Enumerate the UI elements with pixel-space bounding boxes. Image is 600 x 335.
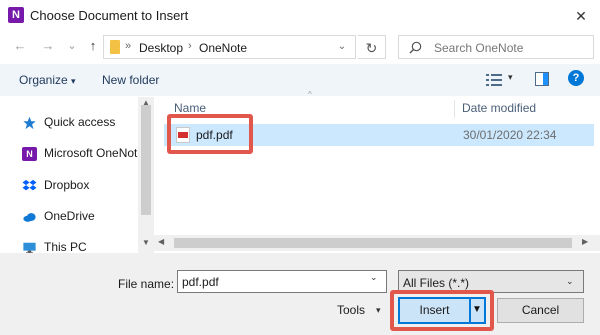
file-list-pane: Name Date modified [154,97,600,253]
scroll-left-icon[interactable]: ◀ [158,237,164,246]
navigation-pane: Quick access N Microsoft OneNot Dropbox … [0,97,152,253]
chevron-down-icon: ⌄ [566,276,574,286]
organize-button[interactable]: Organize ▾ [19,73,76,87]
file-list-horizontal-scrollbar[interactable]: ◀ ▶ [154,235,600,251]
star-icon [23,116,36,130]
file-name-label: File name: [118,277,175,291]
cloud-icon [23,213,36,222]
up-folder-button[interactable]: ↑ [86,39,100,53]
window-title: Choose Document to Insert [30,8,189,23]
view-details-icon[interactable] [486,74,502,86]
file-date-modified: 30/01/2020 22:34 [463,128,557,142]
tools-button[interactable]: Tools [337,303,365,317]
forward-button[interactable]: → [41,39,55,53]
sidebar-item-label: Quick access [44,115,116,129]
computer-icon [23,242,36,253]
sidebar-item-label: This PC [44,240,87,253]
insert-button[interactable]: Insert [398,297,471,324]
column-divider[interactable] [454,100,455,118]
onenote-icon: N [22,147,37,161]
address-bar[interactable]: » Desktop › OneNote [103,35,356,59]
caret-down-icon: ▼ [472,304,482,315]
back-button[interactable]: ← [13,39,27,53]
scrollbar-thumb[interactable] [141,105,151,215]
breadcrumb-arrow-icon[interactable]: › [188,40,192,52]
column-header-name[interactable]: Name [174,101,206,115]
tools-caret-icon[interactable]: ▾ [376,305,381,316]
search-icon [409,41,422,54]
help-icon[interactable]: ? [568,70,584,86]
preview-pane-icon[interactable] [535,72,549,86]
organize-caret-icon: ▾ [71,76,76,86]
navigation-pane-scrollbar[interactable]: ▲ ▼ [138,97,154,253]
pdf-icon [176,127,190,143]
insert-options-button[interactable]: ▼ [470,297,486,324]
close-button[interactable]: ✕ [568,4,594,28]
organize-label: Organize [19,73,68,87]
scroll-down-icon[interactable]: ▼ [142,238,150,247]
folder-icon [110,40,120,54]
file-name-dropdown-icon[interactable]: ⌄ [370,272,378,283]
breadcrumb-onenote[interactable]: OneNote [199,41,247,55]
dropbox-icon [22,179,37,191]
search-placeholder: Search OneNote [434,41,524,55]
file-type-value: All Files (*.*) [403,276,470,290]
column-header-date-modified[interactable]: Date modified [462,101,536,115]
breadcrumb-desktop[interactable]: Desktop [139,41,183,55]
title-bar: N Choose Document to Insert ✕ [0,0,600,32]
scroll-right-icon[interactable]: ▶ [582,237,588,246]
breadcrumb-overflow-icon[interactable]: » [125,40,131,52]
new-folder-button[interactable]: New folder [102,73,159,87]
sidebar-item-label: OneDrive [44,209,95,223]
sidebar-item-label: Dropbox [44,178,90,192]
recent-locations-button[interactable]: ⌄ [65,39,79,53]
navigation-bar: ← → ⌄ ↑ » Desktop › OneNote ⌄ ↻ Search O… [0,32,600,62]
file-name: pdf.pdf [196,128,233,142]
file-type-select[interactable]: All Files (*.*) ⌄ [398,270,584,293]
file-row[interactable]: pdf.pdf 30/01/2020 22:34 [164,124,594,146]
sort-ascending-icon: ^ [308,90,312,99]
address-dropdown-icon[interactable]: ⌄ [332,35,352,59]
scrollbar-thumb[interactable] [174,238,572,248]
command-toolbar: Organize ▾ New folder ▾ ? [0,64,600,96]
onenote-app-icon: N [8,7,24,23]
cancel-button[interactable]: Cancel [497,298,584,323]
search-input[interactable]: Search OneNote [398,35,594,59]
view-options-caret-icon[interactable]: ▾ [508,72,513,83]
sidebar-item-label: Microsoft OneNot [44,146,138,160]
refresh-button[interactable]: ↻ [358,35,386,59]
file-name-field[interactable] [177,270,387,293]
